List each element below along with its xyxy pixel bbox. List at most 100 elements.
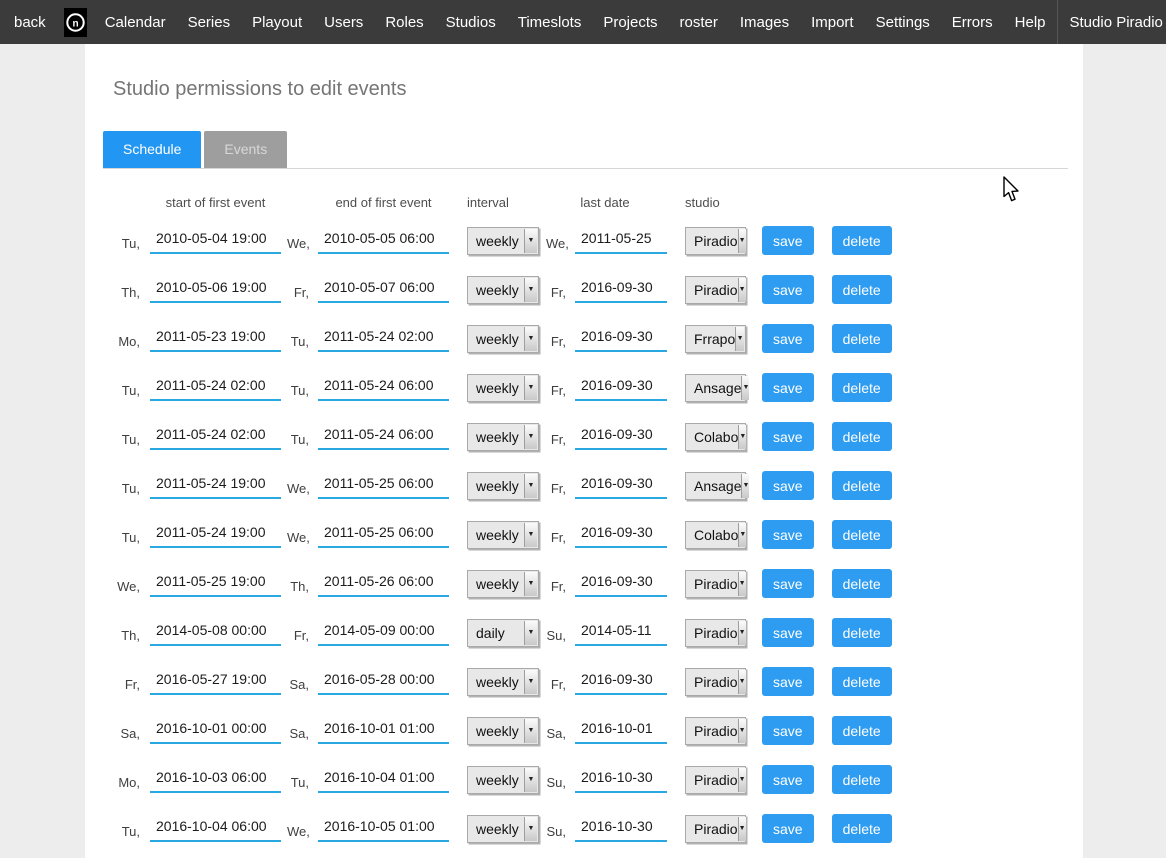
- save-button[interactable]: save: [762, 520, 814, 549]
- start-datetime-input[interactable]: [150, 522, 281, 548]
- piradio-logo-icon[interactable]: n: [64, 8, 87, 37]
- save-button[interactable]: save: [762, 226, 814, 255]
- start-datetime-input[interactable]: [150, 277, 281, 303]
- last-date-input[interactable]: [575, 718, 667, 744]
- delete-button[interactable]: delete: [832, 422, 892, 451]
- nav-item-help[interactable]: Help: [1004, 14, 1057, 31]
- end-datetime-input[interactable]: [318, 718, 449, 744]
- save-button[interactable]: save: [762, 814, 814, 843]
- tab-events[interactable]: Events: [204, 131, 287, 168]
- save-button[interactable]: save: [762, 765, 814, 794]
- nav-item-images[interactable]: Images: [729, 14, 800, 31]
- start-datetime-input[interactable]: [150, 424, 281, 450]
- last-date-input[interactable]: [575, 424, 667, 450]
- studio-select[interactable]: Piradio ▼: [685, 276, 746, 304]
- nav-item-series[interactable]: Series: [177, 14, 242, 31]
- end-datetime-input[interactable]: [318, 375, 449, 401]
- end-datetime-input[interactable]: [318, 424, 449, 450]
- save-button[interactable]: save: [762, 324, 814, 353]
- last-date-input[interactable]: [575, 473, 667, 499]
- tab-schedule[interactable]: Schedule: [103, 131, 201, 168]
- end-datetime-input[interactable]: [318, 571, 449, 597]
- studio-select[interactable]: Piradio ▼: [685, 668, 746, 696]
- nav-item-errors[interactable]: Errors: [941, 14, 1004, 31]
- last-date-input[interactable]: [575, 620, 667, 646]
- studio-select[interactable]: Piradio ▼: [685, 227, 746, 255]
- interval-select[interactable]: weekly ▼: [467, 423, 539, 451]
- delete-button[interactable]: delete: [832, 324, 892, 353]
- end-datetime-input[interactable]: [318, 473, 449, 499]
- nav-item-users[interactable]: Users: [313, 14, 374, 31]
- interval-select[interactable]: weekly ▼: [467, 766, 539, 794]
- start-datetime-input[interactable]: [150, 228, 281, 254]
- save-button[interactable]: save: [762, 667, 814, 696]
- nav-item-import[interactable]: Import: [800, 14, 865, 31]
- save-button[interactable]: save: [762, 618, 814, 647]
- delete-button[interactable]: delete: [832, 373, 892, 402]
- end-datetime-input[interactable]: [318, 277, 449, 303]
- studio-select[interactable]: Colabo ▼: [685, 423, 746, 451]
- start-datetime-input[interactable]: [150, 375, 281, 401]
- interval-select[interactable]: weekly ▼: [467, 521, 539, 549]
- nav-item-projects[interactable]: Projects: [592, 14, 668, 31]
- last-date-input[interactable]: [575, 816, 667, 842]
- interval-select[interactable]: weekly ▼: [467, 668, 539, 696]
- studio-select[interactable]: Piradio ▼: [685, 619, 746, 647]
- save-button[interactable]: save: [762, 373, 814, 402]
- last-date-input[interactable]: [575, 326, 667, 352]
- interval-select[interactable]: weekly ▼: [467, 374, 539, 402]
- end-datetime-input[interactable]: [318, 326, 449, 352]
- end-datetime-input[interactable]: [318, 816, 449, 842]
- end-datetime-input[interactable]: [318, 522, 449, 548]
- last-date-input[interactable]: [575, 669, 667, 695]
- delete-button[interactable]: delete: [832, 814, 892, 843]
- delete-button[interactable]: delete: [832, 569, 892, 598]
- save-button[interactable]: save: [762, 275, 814, 304]
- start-datetime-input[interactable]: [150, 718, 281, 744]
- back-link[interactable]: back: [0, 14, 57, 31]
- interval-select[interactable]: weekly ▼: [467, 472, 539, 500]
- delete-button[interactable]: delete: [832, 618, 892, 647]
- interval-select[interactable]: weekly ▼: [467, 276, 539, 304]
- interval-select[interactable]: weekly ▼: [467, 570, 539, 598]
- last-date-input[interactable]: [575, 522, 667, 548]
- start-datetime-input[interactable]: [150, 669, 281, 695]
- delete-button[interactable]: delete: [832, 520, 892, 549]
- studio-select[interactable]: Piradio ▼: [685, 815, 746, 843]
- start-datetime-input[interactable]: [150, 767, 281, 793]
- end-datetime-input[interactable]: [318, 767, 449, 793]
- interval-select[interactable]: weekly ▼: [467, 717, 539, 745]
- end-datetime-input[interactable]: [318, 620, 449, 646]
- nav-item-roster[interactable]: roster: [669, 14, 729, 31]
- interval-select[interactable]: weekly ▼: [467, 325, 539, 353]
- interval-select[interactable]: weekly ▼: [467, 227, 539, 255]
- studio-select[interactable]: Colabo ▼: [685, 521, 746, 549]
- delete-button[interactable]: delete: [832, 667, 892, 696]
- nav-item-settings[interactable]: Settings: [865, 14, 941, 31]
- start-datetime-input[interactable]: [150, 816, 281, 842]
- delete-button[interactable]: delete: [832, 716, 892, 745]
- last-date-input[interactable]: [575, 767, 667, 793]
- save-button[interactable]: save: [762, 716, 814, 745]
- start-datetime-input[interactable]: [150, 326, 281, 352]
- nav-item-roles[interactable]: Roles: [374, 14, 434, 31]
- last-date-input[interactable]: [575, 375, 667, 401]
- studio-select[interactable]: Ansage ▼: [685, 374, 746, 402]
- save-button[interactable]: save: [762, 569, 814, 598]
- delete-button[interactable]: delete: [832, 471, 892, 500]
- delete-button[interactable]: delete: [832, 275, 892, 304]
- last-date-input[interactable]: [575, 228, 667, 254]
- save-button[interactable]: save: [762, 422, 814, 451]
- end-datetime-input[interactable]: [318, 669, 449, 695]
- studio-select[interactable]: Piradio ▼: [685, 766, 746, 794]
- start-datetime-input[interactable]: [150, 571, 281, 597]
- last-date-input[interactable]: [575, 571, 667, 597]
- end-datetime-input[interactable]: [318, 228, 449, 254]
- studio-select[interactable]: Ansage ▼: [685, 472, 746, 500]
- studio-select[interactable]: Piradio ▼: [685, 570, 746, 598]
- start-datetime-input[interactable]: [150, 473, 281, 499]
- delete-button[interactable]: delete: [832, 765, 892, 794]
- start-datetime-input[interactable]: [150, 620, 281, 646]
- studio-select[interactable]: Piradio ▼: [685, 717, 746, 745]
- studio-switcher-select[interactable]: Studio Piradio ▼: [1058, 0, 1166, 44]
